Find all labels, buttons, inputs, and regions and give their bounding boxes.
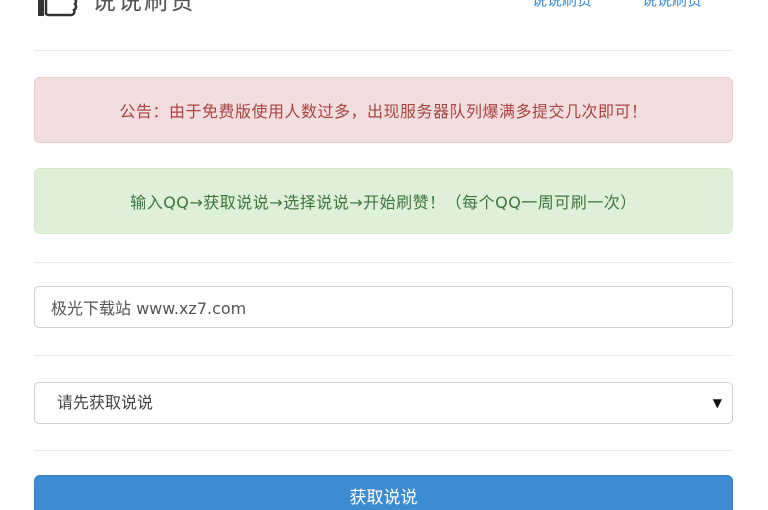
fetch-shuoshuo-button[interactable]: 获取说说 bbox=[34, 475, 733, 510]
notice-alert: 公告：由于免费版使用人数过多，出现服务器队列爆满多提交几次即可！ bbox=[34, 77, 733, 143]
caret-down-icon: ▼ bbox=[712, 396, 722, 410]
divider bbox=[34, 450, 733, 451]
divider bbox=[34, 262, 733, 263]
shuoshuo-select[interactable]: 请先获取说说 ▼ bbox=[34, 382, 733, 424]
instructions-text: 输入QQ→获取说说→选择说说→开始刷赞！（每个QQ一周可刷一次） bbox=[130, 193, 637, 212]
thumbs-up-icon bbox=[34, 0, 80, 18]
instructions-alert: 输入QQ→获取说说→选择说说→开始刷赞！（每个QQ一周可刷一次） bbox=[34, 168, 733, 234]
qq-input[interactable] bbox=[34, 286, 733, 328]
header: 说说刷赞 说说刷赞 说说刷赞 bbox=[0, 0, 768, 50]
nav-link-2[interactable]: 说说刷赞 bbox=[642, 0, 702, 12]
site-title: 说说刷赞 bbox=[92, 0, 196, 15]
nav-link-1[interactable]: 说说刷赞 bbox=[532, 0, 592, 12]
notice-text: 公告：由于免费版使用人数过多，出现服务器队列爆满多提交几次即可！ bbox=[119, 102, 648, 121]
divider bbox=[34, 50, 733, 51]
divider bbox=[34, 355, 733, 356]
select-value: 请先获取说说 bbox=[57, 393, 154, 412]
